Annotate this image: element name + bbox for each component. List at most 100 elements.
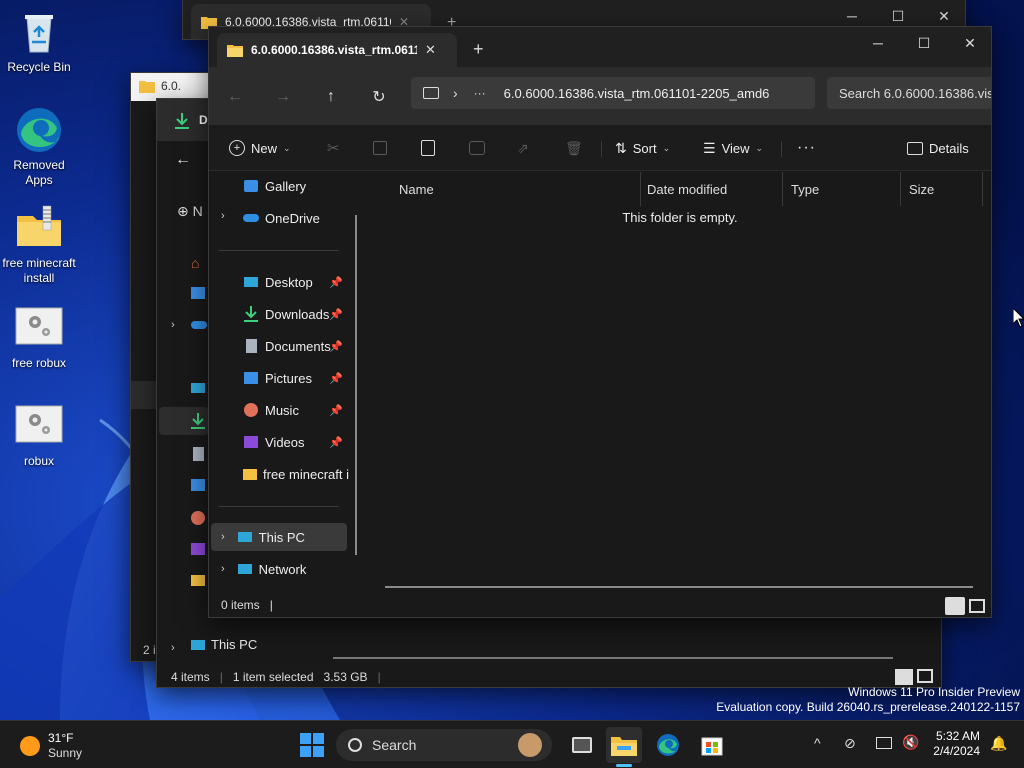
details-view-button[interactable] [945, 597, 965, 615]
tab-active[interactable]: 6.0.6000.16386.vista_rtm.06110 ✕ [217, 33, 457, 67]
start-button[interactable] [294, 727, 330, 763]
pictures-icon [191, 479, 205, 491]
search-input[interactable]: Search 6.0.6000.16386.vista_rtm [827, 77, 991, 109]
desktop-icon-robux[interactable]: robux [0, 402, 78, 469]
tab-title: 6.0. [161, 79, 182, 93]
share-button[interactable]: ⇗ [517, 133, 529, 163]
selected-row[interactable] [159, 407, 209, 435]
up-button[interactable]: ↑ [317, 83, 345, 111]
nav-item-free-minecraft[interactable]: free minecraft ir [243, 460, 349, 488]
desktop-icon-label: Recycle Bin [7, 60, 71, 74]
show-hidden-icons-button[interactable]: ^ [814, 735, 821, 751]
back-button[interactable]: ← [175, 151, 191, 169]
desktop-icon-recycle-bin[interactable]: Recycle Bin [0, 8, 78, 75]
nav-item-videos[interactable]: Videos 📌 [243, 428, 347, 456]
column-header-name[interactable]: Name [391, 172, 641, 206]
forward-button[interactable]: → [269, 83, 297, 111]
new-button[interactable]: + New ⌄ [229, 133, 291, 163]
nav-item-downloads[interactable]: Downloads 📌 [243, 300, 347, 328]
desktop-icon-free-minecraft-install[interactable]: free minecraft install [0, 204, 78, 286]
divider [781, 141, 782, 157]
clock[interactable]: 5:32 AM 2/4/2024 [930, 729, 980, 759]
taskbar-edge[interactable] [650, 727, 686, 763]
nav-item-desktop[interactable]: Desktop 📌 [243, 268, 347, 296]
videos-icon [243, 434, 259, 450]
nav-item-this-pc[interactable]: › This PC [211, 523, 347, 551]
horizontal-scrollbar[interactable] [333, 657, 893, 659]
taskbar-search-box[interactable]: Search [336, 729, 552, 761]
maximize-button[interactable]: ☐ [901, 27, 947, 59]
copy-button[interactable] [373, 133, 387, 163]
scissors-icon: ✂ [327, 140, 340, 157]
column-header-size[interactable]: Size [901, 172, 983, 206]
music-icon [191, 511, 205, 525]
taskbar-file-explorer[interactable] [606, 727, 642, 767]
store-icon [701, 737, 723, 756]
details-pane-button[interactable]: Details [907, 133, 969, 163]
view-button[interactable]: ☰ View ⌄ [703, 133, 763, 163]
rename-button[interactable] [469, 133, 485, 163]
gallery-icon [191, 287, 205, 299]
desktop-icon-free-robux[interactable]: free robux [0, 304, 78, 371]
cut-button[interactable]: ✂ [327, 133, 340, 163]
column-header-type[interactable]: Type [783, 172, 901, 206]
computer-icon [237, 529, 253, 545]
minimize-button[interactable]: ─ [855, 27, 901, 59]
pin-icon: 📌 [329, 372, 343, 385]
home-icon: ⌂ [191, 255, 200, 271]
refresh-button[interactable]: ↻ [365, 83, 393, 111]
close-icon[interactable]: ✕ [425, 42, 436, 58]
details-view-icon[interactable] [895, 669, 913, 685]
nav-item-gallery[interactable]: Gallery [243, 172, 383, 200]
file-explorer-icon [611, 737, 637, 756]
column-header-date-modified[interactable]: Date modified [639, 172, 783, 206]
taskbar: 31°F Sunny Search ^ ⊘ 🔇 5:32 AM 2/4/2024… [0, 720, 1024, 768]
nav-item-network[interactable]: › Network [211, 555, 347, 583]
chevron-right-icon[interactable]: › [171, 319, 175, 331]
explorer-window-main[interactable]: 6.0.6000.16386.vista_rtm.06110 ✕ + ─ ☐ ✕… [208, 26, 992, 618]
chevron-right-icon[interactable]: › [221, 210, 225, 222]
list-view-icon: ☰ [703, 139, 716, 156]
navigation-pane: Gallery › OneDrive Desktop 📌 Downloads 📌… [209, 172, 357, 593]
horizontal-scrollbar[interactable] [385, 586, 973, 588]
rename-icon [469, 141, 485, 155]
tiles-view-button[interactable] [969, 599, 985, 613]
settings-file-icon [15, 405, 63, 443]
nav-item-documents[interactable]: Documents 📌 [243, 332, 347, 360]
close-button[interactable]: ✕ [947, 27, 991, 59]
breadcrumb-overflow-button[interactable]: ··· [474, 86, 486, 100]
breadcrumb-separator: › [453, 85, 458, 101]
plus-circle-icon: + [229, 140, 245, 156]
tiles-view-icon[interactable] [917, 669, 933, 683]
weather-widget[interactable]: 31°F Sunny [20, 731, 82, 761]
notification-icon[interactable]: 🔔 [990, 735, 1007, 752]
chevron-right-icon[interactable]: › [171, 642, 175, 654]
recycle-bin-icon [25, 15, 53, 53]
windows-logo-icon [300, 733, 324, 757]
nav-item-onedrive[interactable]: OneDrive [243, 204, 383, 232]
desktop-icon-removed-apps[interactable]: Removed Apps [0, 106, 78, 188]
folder-icon [139, 81, 155, 93]
delete-button[interactable]: 🗑 [565, 133, 583, 163]
evaluation-watermark: Windows 11 Pro Insider Preview Evaluatio… [716, 685, 1020, 714]
nav-item-pictures[interactable]: Pictures 📌 [243, 364, 347, 392]
sort-button[interactable]: ⇅ Sort ⌄ [615, 133, 670, 163]
tree-item-this-pc[interactable]: This PC [191, 637, 257, 652]
more-options-button[interactable]: ··· [797, 133, 816, 163]
nav-item-music[interactable]: Music 📌 [243, 396, 347, 424]
new-tab-button[interactable]: + [473, 39, 484, 60]
volume-muted-icon[interactable]: 🔇 [902, 734, 919, 751]
task-view-button[interactable] [564, 727, 600, 763]
network-disconnected-icon[interactable]: ⊘ [844, 735, 856, 752]
back-button[interactable]: ← [221, 83, 249, 111]
nav-pane-scrollbar[interactable] [355, 215, 357, 555]
paste-button[interactable] [421, 133, 435, 163]
address-bar[interactable]: › ··· 6.0.6000.16386.vista_rtm.061101-22… [411, 77, 815, 109]
taskbar-store[interactable] [694, 727, 730, 763]
zip-folder-icon [17, 205, 61, 246]
new-button-fragment[interactable]: ⊕ N [177, 203, 203, 220]
status-item-count: 2 i [143, 643, 156, 657]
display-icon[interactable] [876, 737, 892, 749]
clipboard-icon [421, 140, 435, 156]
download-icon [243, 306, 259, 322]
